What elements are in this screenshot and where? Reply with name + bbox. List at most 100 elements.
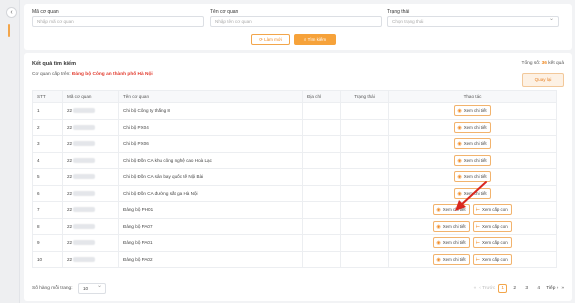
- code-text: 22: [67, 124, 73, 130]
- reset-button-label: Làm mới: [264, 37, 282, 42]
- cell-code: 22: [62, 201, 119, 219]
- cell-stt: 8: [32, 217, 63, 235]
- page-1-button[interactable]: 1: [498, 284, 508, 293]
- redacted-code: [73, 207, 96, 213]
- view-detail-button[interactable]: ◉ Xem chi tiết: [433, 204, 470, 216]
- status-filter-select[interactable]: Chọn trạng thái: [387, 15, 559, 27]
- view-detail-label: Xem chi tiết: [442, 223, 466, 229]
- cell-name: Chi bộ Công ty thắng 8: [118, 102, 303, 120]
- redacted-code: [73, 124, 96, 130]
- page-2-button[interactable]: 2: [510, 284, 519, 293]
- cell-actions: ◉ Xem chi tiết: [388, 118, 557, 136]
- sidebar-collapse-button[interactable]: ‹: [6, 7, 17, 18]
- next-page-button[interactable]: Tiếp ›: [546, 286, 558, 291]
- code-text: 22: [67, 190, 73, 196]
- cell-address: [302, 217, 341, 235]
- cell-address: [302, 234, 341, 252]
- cell-actions: ◉ Xem chi tiết: [388, 184, 557, 202]
- view-detail-label: Xem chi tiết: [463, 157, 487, 163]
- table-header-row: STT Mã cơ quan Tên cơ quan Địa chỉ Trạng…: [32, 90, 557, 103]
- table-row: 7 22 Đảng bộ PH01 ◉ Xem chi tiết ⊢ Xem cấp con: [32, 201, 557, 219]
- cell-name: Chi bộ PX06: [118, 135, 303, 153]
- cell-stt: 10: [32, 250, 63, 268]
- code-filter-label: Mã cơ quan: [32, 9, 59, 15]
- cell-address: [302, 135, 341, 153]
- cell-actions: ◉ Xem chi tiết: [388, 102, 557, 120]
- cell-name: Chi bộ PX04: [118, 118, 303, 136]
- cell-status: [340, 151, 389, 169]
- view-children-button[interactable]: ⊢ Xem cấp con: [472, 220, 512, 232]
- page-size-select[interactable]: 10: [78, 282, 106, 294]
- view-detail-button[interactable]: ◉ Xem chi tiết: [433, 237, 470, 249]
- table-row: 8 22 Đảng bộ PA07 ◉ Xem chi tiết ⊢ Xem cấp con: [32, 217, 557, 235]
- code-text: 22: [67, 223, 73, 229]
- cell-stt: 9: [32, 234, 63, 252]
- eye-icon: ◉: [436, 223, 441, 230]
- cell-status: [340, 102, 389, 120]
- view-detail-button[interactable]: ◉ Xem chi tiết: [433, 253, 470, 265]
- view-children-button[interactable]: ⊢ Xem cấp con: [472, 253, 512, 265]
- eye-icon: ◉: [457, 108, 462, 115]
- header-address: Địa chỉ: [302, 90, 341, 103]
- page-3-button[interactable]: 3: [522, 284, 531, 293]
- view-detail-button[interactable]: ◉ Xem chi tiết: [454, 171, 491, 183]
- cell-status: [340, 217, 389, 235]
- eye-icon: ◉: [457, 124, 462, 131]
- code-text: 22: [67, 240, 73, 246]
- cell-address: [302, 102, 341, 120]
- cell-name: Đảng bộ PA01: [118, 234, 303, 252]
- reset-button[interactable]: ⟳ Làm mới: [251, 34, 290, 45]
- view-detail-button[interactable]: ◉ Xem chi tiết: [454, 187, 491, 199]
- eye-icon: ◉: [436, 240, 441, 247]
- cell-status: [340, 184, 389, 202]
- view-children-button[interactable]: ⊢ Xem cấp con: [472, 204, 512, 216]
- cell-code: 22: [62, 217, 119, 235]
- redacted-code: [73, 141, 96, 147]
- cell-actions: ◉ Xem chi tiết ⊢ Xem cấp con: [388, 201, 557, 219]
- results-panel: Kết quả tìm kiếm Tổng số: 36 kết quả Cơ …: [24, 53, 572, 301]
- cell-address: [302, 118, 341, 136]
- back-button[interactable]: Quay lại: [522, 73, 564, 87]
- view-detail-button[interactable]: ◉ Xem chi tiết: [454, 154, 491, 166]
- view-detail-button[interactable]: ◉ Xem chi tiết: [433, 220, 470, 232]
- first-page-button[interactable]: «: [474, 286, 477, 291]
- cell-status: [340, 234, 389, 252]
- cell-stt: 1: [32, 102, 63, 120]
- view-detail-label: Xem chi tiết: [463, 190, 487, 196]
- view-children-label: Xem cấp con: [482, 207, 508, 213]
- code-text: 22: [67, 141, 73, 147]
- name-filter-input[interactable]: Nhập tên cơ quan: [210, 16, 382, 27]
- last-page-button[interactable]: »: [561, 286, 564, 291]
- next-page-label: Tiếp: [546, 286, 556, 291]
- code-filter-input[interactable]: Nhập mã cơ quan: [32, 16, 204, 27]
- search-button[interactable]: ⌕ Tìm kiếm: [294, 34, 336, 45]
- page-4-button[interactable]: 4: [534, 284, 543, 293]
- cell-address: [302, 250, 341, 268]
- view-detail-button[interactable]: ◉ Xem chi tiết: [454, 138, 491, 150]
- redacted-code: [73, 174, 96, 180]
- parent-org-line: Cơ quan cấp trên: Đảng bộ Công an thành …: [32, 72, 153, 77]
- code-text: 22: [67, 256, 73, 262]
- view-detail-button[interactable]: ◉ Xem chi tiết: [454, 105, 491, 117]
- cell-actions: ◉ Xem chi tiết ⊢ Xem cấp con: [388, 250, 557, 268]
- code-text: 22: [67, 108, 73, 114]
- view-detail-button[interactable]: ◉ Xem chi tiết: [454, 121, 491, 133]
- cell-stt: 2: [32, 118, 63, 136]
- view-children-button[interactable]: ⊢ Xem cấp con: [472, 237, 512, 249]
- table-row: 10 22 Đảng bộ PA02 ◉ Xem chi tiết ⊢ Xem cấp co…: [32, 250, 557, 268]
- prev-page-label: Trước: [482, 286, 496, 291]
- code-text: 22: [67, 174, 73, 180]
- view-detail-label: Xem chi tiết: [463, 108, 487, 114]
- cell-name: Chi bộ Đồn CA sân bay quốc tế Nội Bài: [118, 168, 303, 186]
- table-row: 5 22 Chi bộ Đồn CA sân bay quốc tế Nội Bài…: [32, 168, 557, 186]
- table-row: 4 22 Chi bộ Đồn CA khu công nghệ cao Hoà L…: [32, 151, 557, 169]
- parent-org-name: Đảng bộ Công an thành phố Hà Nội: [71, 72, 153, 77]
- table-row: 9 22 Đảng bộ PA01 ◉ Xem chi tiết ⊢ Xem cấp con: [32, 234, 557, 252]
- view-detail-label: Xem chi tiết: [442, 256, 466, 262]
- cell-actions: ◉ Xem chi tiết: [388, 151, 557, 169]
- cell-code: 22: [62, 250, 119, 268]
- hierarchy-icon: ⊢: [475, 207, 481, 214]
- table-row: 3 22 Chi bộ PX06 ◉ Xem chi tiết: [32, 135, 557, 153]
- prev-page-button[interactable]: ‹ Trước: [479, 286, 495, 291]
- cell-status: [340, 250, 389, 268]
